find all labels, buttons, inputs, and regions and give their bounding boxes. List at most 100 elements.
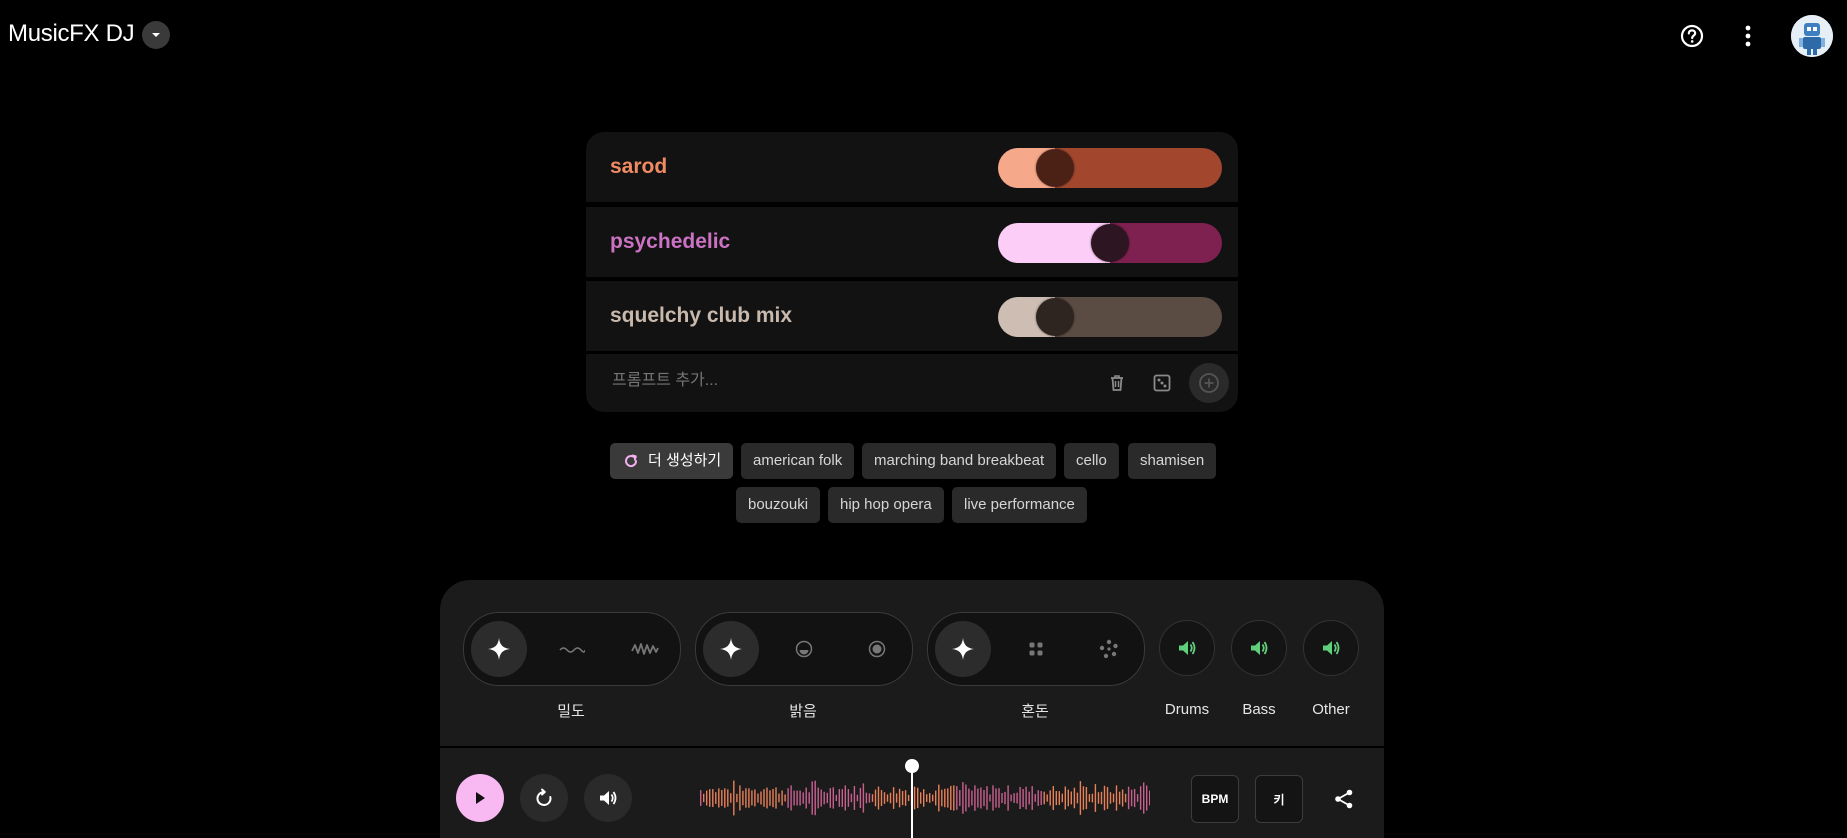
waveform-bar xyxy=(727,789,729,807)
waveform-bar xyxy=(1146,785,1148,811)
suggestion-chip[interactable]: marching band breakbeat xyxy=(862,443,1057,479)
waveform-bar xyxy=(1082,786,1085,810)
waveform-bar xyxy=(832,787,834,809)
chaos-auto-option[interactable] xyxy=(935,621,991,677)
waveform-bar xyxy=(703,793,705,803)
waveform-bar xyxy=(874,789,877,807)
waveform-bar xyxy=(971,790,973,806)
density-auto-option[interactable] xyxy=(471,621,527,677)
waveform-bar xyxy=(850,793,853,803)
add-prompt-button[interactable] xyxy=(1189,363,1229,403)
other-mute-button[interactable] xyxy=(1303,620,1359,676)
waveform-bar xyxy=(938,784,940,812)
delete-button[interactable] xyxy=(1100,366,1134,400)
waveform-bar xyxy=(913,786,916,810)
waveform-bar xyxy=(784,794,786,802)
waveform-bar xyxy=(856,794,859,802)
suggestion-chip[interactable]: bouzouki xyxy=(736,487,821,523)
playhead-handle[interactable] xyxy=(905,759,919,773)
help-button[interactable] xyxy=(1674,18,1710,54)
waveform-bar xyxy=(769,790,771,806)
dim-circle-icon xyxy=(795,640,813,658)
waveform-bar xyxy=(775,787,777,809)
waveform-bar xyxy=(826,792,828,804)
bright-circle-icon xyxy=(868,640,886,658)
generate-more-label: 더 생성하기 xyxy=(648,452,722,469)
brightness-label: 밝음 xyxy=(789,703,817,720)
slider-thumb[interactable] xyxy=(1035,298,1074,336)
waveform-bar xyxy=(1103,785,1106,811)
randomize-button[interactable] xyxy=(1145,366,1179,400)
waveform-bar xyxy=(838,789,840,807)
bass-mute-button[interactable] xyxy=(1231,620,1287,676)
waveform-bar xyxy=(1025,786,1027,810)
playhead[interactable] xyxy=(911,766,913,838)
waveform-bar xyxy=(787,788,789,808)
brightness-bright-option[interactable] xyxy=(849,621,905,677)
waveform-bar xyxy=(1112,793,1115,803)
suggestion-chip[interactable]: shamisen xyxy=(1128,443,1217,479)
app-title: MusicFX DJ xyxy=(8,20,135,47)
volume-button[interactable] xyxy=(584,774,632,822)
waveform-bar xyxy=(709,789,711,807)
brightness-auto-option[interactable] xyxy=(703,621,759,677)
play-button[interactable] xyxy=(456,774,504,822)
suggestion-chip[interactable]: american folk xyxy=(741,443,855,479)
waveform-bar xyxy=(1100,791,1103,805)
generate-more-button[interactable]: 더 생성하기 xyxy=(610,443,734,479)
drums-mute-button[interactable] xyxy=(1159,620,1215,676)
waveform-bar xyxy=(917,787,919,809)
bpm-button[interactable]: BPM xyxy=(1191,775,1239,823)
prompt-label[interactable]: psychedelic xyxy=(610,207,730,277)
waveform-bar xyxy=(989,794,991,802)
prompt-weight-slider[interactable] xyxy=(998,297,1222,337)
waveform-bar xyxy=(883,792,886,804)
prompt-label[interactable]: sarod xyxy=(610,132,667,202)
more-options-button[interactable] xyxy=(1730,18,1766,54)
waveform-bar xyxy=(983,790,985,806)
density-low-option[interactable] xyxy=(544,621,600,677)
waveform-bar xyxy=(1001,793,1003,803)
waveform-bar xyxy=(1019,786,1021,809)
density-high-option[interactable] xyxy=(617,621,673,677)
waveform-bar xyxy=(1052,786,1054,810)
suggestion-chip[interactable]: cello xyxy=(1064,443,1119,479)
trash-icon xyxy=(1107,373,1127,393)
waveform-bar xyxy=(886,794,889,802)
waveform-bar xyxy=(820,789,822,807)
suggestion-chip[interactable]: hip hop opera xyxy=(828,487,944,523)
waveform-bar xyxy=(733,780,735,816)
waveform-bar xyxy=(718,788,720,808)
share-button[interactable] xyxy=(1321,776,1367,822)
waveform-bar xyxy=(950,785,952,810)
brightness-dark-option[interactable] xyxy=(776,621,832,677)
reset-button[interactable] xyxy=(520,774,568,822)
waveform-bar xyxy=(778,793,780,803)
waveform-bar xyxy=(926,794,928,802)
waveform-bar xyxy=(871,794,874,802)
add-prompt-input[interactable] xyxy=(610,371,974,391)
prompt-label[interactable]: squelchy club mix xyxy=(610,281,792,351)
waveform-bar xyxy=(904,790,907,806)
waveform-bar xyxy=(835,794,837,801)
scatter-dots-icon xyxy=(1099,639,1119,659)
waveform-bar xyxy=(1073,787,1076,809)
chaos-low-option[interactable] xyxy=(1008,621,1064,677)
prompt-weight-slider[interactable] xyxy=(998,148,1222,188)
waveform[interactable] xyxy=(698,774,1150,822)
chaos-high-option[interactable] xyxy=(1081,621,1137,677)
prompt-weight-slider[interactable] xyxy=(998,223,1222,263)
more-vert-icon xyxy=(1745,25,1751,47)
app-menu-dropdown[interactable] xyxy=(142,21,170,49)
sparkle-icon xyxy=(951,637,975,661)
key-button[interactable]: 키 xyxy=(1255,775,1303,823)
suggestion-chip[interactable]: live performance xyxy=(952,487,1087,523)
slider-thumb[interactable] xyxy=(1035,149,1074,187)
avatar[interactable] xyxy=(1791,15,1833,57)
waveform-bar xyxy=(944,788,946,808)
slider-thumb[interactable] xyxy=(1091,224,1129,262)
waveform-bar xyxy=(868,793,871,803)
waveform-bar xyxy=(962,782,964,814)
waveform-bar xyxy=(1058,791,1060,805)
waveform-bar xyxy=(965,784,967,812)
